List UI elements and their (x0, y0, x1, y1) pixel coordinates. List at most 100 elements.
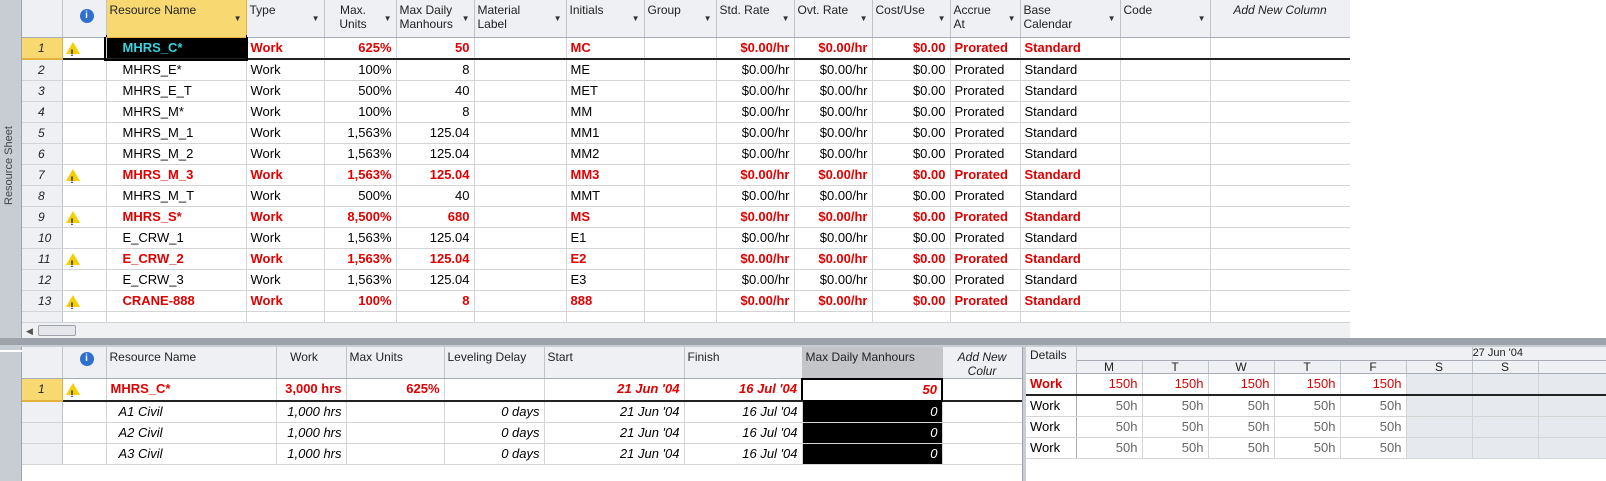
row-number[interactable]: 8 (22, 185, 63, 207)
timescale-cell[interactable]: 50h (1142, 437, 1209, 459)
view-bar-resource-sheet[interactable]: Resource Sheet (0, 0, 22, 350)
cell-name[interactable]: MHRS_S* (106, 206, 247, 228)
cell-material[interactable] (474, 143, 567, 165)
cell-id[interactable] (22, 422, 63, 444)
timescale-cell[interactable]: 50h (1274, 416, 1341, 438)
timescale-cell[interactable]: 150h (1076, 373, 1143, 396)
timescale-cell[interactable]: 150h (1340, 373, 1407, 396)
cell-ovt-rate[interactable]: $0.00/hr (794, 143, 873, 165)
cell-max-units[interactable]: 1,563% (324, 227, 397, 249)
column-header-ovt-rate[interactable]: Ovt. Rate ▼ (794, 0, 873, 38)
chevron-down-icon[interactable]: ▼ (632, 14, 640, 23)
cell-name[interactable]: MHRS_M* (106, 101, 247, 123)
column-header-accrue-at[interactable]: Accrue At ▼ (950, 0, 1021, 38)
timescale-cell[interactable]: 50h (1340, 395, 1407, 417)
table-row[interactable]: 6 MHRS_M_2 Work 1,563% 125.04 MM2 $0.00/hr $0.0… (22, 143, 1351, 165)
cell-group[interactable] (644, 37, 717, 60)
cell-cost-use[interactable]: $0.00 (872, 80, 951, 102)
timescale-cell[interactable]: 150h (1142, 373, 1209, 396)
row-number[interactable]: 2 (22, 58, 63, 81)
scroll-left-icon[interactable]: ◀ (26, 326, 33, 337)
cell-mdm[interactable]: 50 (396, 37, 475, 60)
scrollbar-thumb[interactable] (38, 325, 76, 336)
cell-add-new-column[interactable] (1210, 290, 1351, 312)
cell-type[interactable]: Work (246, 58, 325, 81)
cell-max-units[interactable]: 500% (324, 80, 397, 102)
cell-initials[interactable]: E3 (566, 269, 645, 291)
chevron-down-icon[interactable]: ▼ (1108, 14, 1116, 23)
table-row[interactable]: A2 Civil 1,000 hrs 0 days 21 Jun '04 16 Jul … (22, 422, 1023, 444)
view-bar-bottom[interactable] (0, 352, 22, 481)
cell-calendar[interactable]: Standard (1020, 37, 1121, 60)
cell-group[interactable] (644, 58, 717, 81)
table-row[interactable]: 10 E_CRW_1 Work 1,563% 125.04 E1 $0.00/hr $0.00… (22, 227, 1351, 249)
cell-material[interactable] (474, 185, 567, 207)
cell-code[interactable] (1120, 164, 1211, 186)
table-row[interactable]: 11E_CRW_2Work1,563%125.04E2$0.00/hr$0.00… (22, 248, 1351, 270)
chevron-down-icon[interactable]: ▼ (554, 14, 562, 23)
cell-id[interactable]: 1 (22, 378, 63, 402)
cell-ovt-rate[interactable]: $0.00/hr (794, 206, 873, 228)
cell-type[interactable]: Work (246, 143, 325, 165)
cell-code[interactable] (1120, 101, 1211, 123)
cell-leveling-delay[interactable] (444, 378, 545, 402)
warning-icon[interactable] (65, 210, 80, 226)
cell-ovt-rate[interactable]: $0.00/hr (794, 248, 873, 270)
cell-add-new-column[interactable] (1210, 101, 1351, 123)
cell-cost-use[interactable]: $0.00 (872, 290, 951, 312)
cell-calendar[interactable]: Standard (1020, 101, 1121, 123)
cell-add-new-column[interactable] (1210, 248, 1351, 270)
column-header-max-units-bottom[interactable]: Max Units (346, 347, 445, 379)
cell-material[interactable] (474, 248, 567, 270)
timescale-cell[interactable]: 50h (1142, 416, 1209, 438)
cell-add-new-column[interactable] (1210, 227, 1351, 249)
column-header-max-units[interactable]: Max. Units ▼ (324, 0, 397, 38)
timescale-cell[interactable]: 50h (1208, 395, 1275, 417)
cell-add-new-column[interactable] (942, 400, 1023, 423)
cell-accrue[interactable]: Prorated (950, 290, 1021, 312)
cell-code[interactable] (1120, 206, 1211, 228)
cell-add-new-column[interactable] (1210, 58, 1351, 81)
timescale-row[interactable]: Work 50h 50h 50h 50h 50h (1026, 395, 1606, 417)
cell-id[interactable] (22, 400, 63, 423)
timescale-cell[interactable]: 50h (1208, 416, 1275, 438)
cell-material[interactable] (474, 164, 567, 186)
cell-work[interactable]: 3,000 hrs (276, 378, 347, 402)
cell-std-rate[interactable]: $0.00/hr (716, 101, 795, 123)
cell-max-units[interactable]: 100% (324, 101, 397, 123)
timescale-cell[interactable] (1472, 437, 1539, 459)
cell-start[interactable]: 21 Jun '04 (544, 378, 685, 402)
cell-mdm[interactable]: 40 (396, 80, 475, 102)
cell-accrue[interactable]: Prorated (950, 269, 1021, 291)
cell-accrue[interactable]: Prorated (950, 143, 1021, 165)
cell-type[interactable]: Work (246, 122, 325, 144)
cell-group[interactable] (644, 80, 717, 102)
indicators-header[interactable]: i (62, 0, 107, 38)
column-header-max-daily-manhours-bottom[interactable]: Max Daily Manhours (802, 347, 943, 379)
cell-initials[interactable]: E2 (566, 248, 645, 270)
cell-calendar[interactable]: Standard (1020, 164, 1121, 186)
cell-type[interactable]: Work (246, 248, 325, 270)
cell-code[interactable] (1120, 37, 1211, 60)
cell-ovt-rate[interactable]: $0.00/hr (794, 269, 873, 291)
cell-initials[interactable]: MS (566, 206, 645, 228)
warning-icon[interactable] (65, 252, 80, 268)
cell-add-new-column[interactable] (1210, 37, 1351, 60)
row-number[interactable]: 3 (22, 80, 63, 102)
cell-id[interactable] (22, 443, 63, 465)
row-number[interactable]: 12 (22, 269, 63, 291)
cell-add-new-column[interactable] (942, 378, 1023, 402)
timescale-cell[interactable] (1406, 416, 1473, 438)
cell-max-units[interactable]: 625% (346, 378, 445, 402)
cell-cost-use[interactable]: $0.00 (872, 248, 951, 270)
details-header[interactable]: Details (1026, 347, 1077, 374)
cell-code[interactable] (1120, 185, 1211, 207)
table-row[interactable]: 1MHRS_C*Work625%50MC$0.00/hr$0.00/hr$0.0… (22, 35, 1351, 61)
timescale-cell[interactable] (1406, 395, 1473, 417)
timescale-cell[interactable]: 50h (1142, 395, 1209, 417)
column-header-work[interactable]: Work (276, 347, 347, 379)
cell-leveling-delay[interactable]: 0 days (444, 422, 545, 444)
cell-std-rate[interactable]: $0.00/hr (716, 269, 795, 291)
cell-calendar[interactable]: Standard (1020, 248, 1121, 270)
timescale-row[interactable]: Work 50h 50h 50h 50h 50h (1026, 416, 1606, 438)
